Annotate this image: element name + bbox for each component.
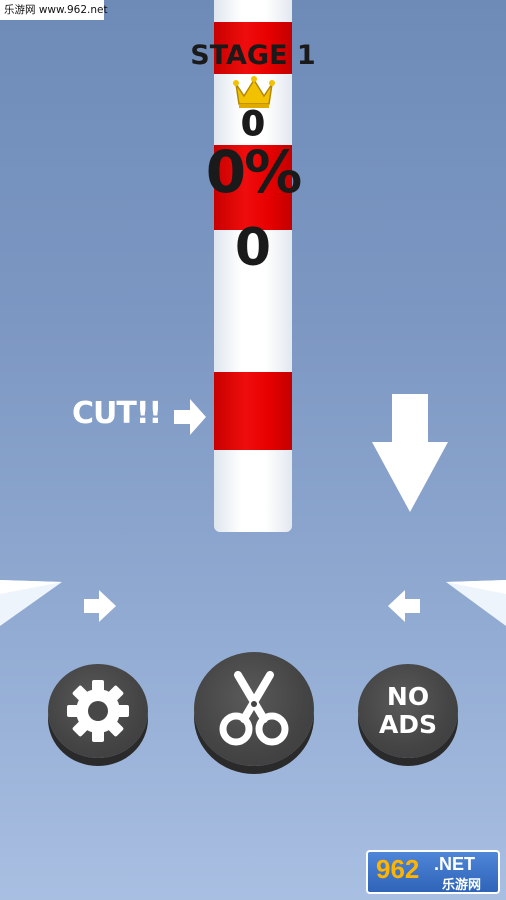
arrow-down-icon — [372, 394, 448, 512]
scissors-icon — [219, 671, 289, 746]
watermark-number: 962 — [376, 854, 420, 884]
progress-percent: 0% — [205, 138, 302, 206]
watermark-bottom: 962 .NET 乐游网 — [366, 850, 500, 894]
stage-title: STAGE 1 — [190, 40, 316, 71]
small-arrow-right-icon — [84, 590, 116, 622]
arrow-right-icon — [174, 399, 206, 435]
no-ads-line2: ADS — [378, 710, 438, 739]
watermark-top: 乐游网 www.962.net — [0, 0, 108, 20]
small-arrow-left-icon — [388, 590, 420, 622]
cut-button[interactable] — [194, 652, 314, 766]
pole-red-band — [214, 372, 292, 450]
gear-icon — [67, 680, 129, 742]
no-ads-button[interactable]: NO ADS — [358, 664, 458, 758]
cut-hint-label: CUT!! — [72, 396, 162, 431]
watermark-net: .NET — [434, 854, 476, 874]
right-blade — [446, 580, 506, 626]
current-score: 0 — [234, 218, 272, 278]
no-ads-line1: NO — [386, 682, 430, 711]
no-ads-label: NO ADS — [379, 683, 437, 739]
settings-button[interactable] — [48, 664, 148, 758]
left-blade — [0, 580, 62, 626]
watermark-cn: 乐游网 — [442, 878, 482, 893]
